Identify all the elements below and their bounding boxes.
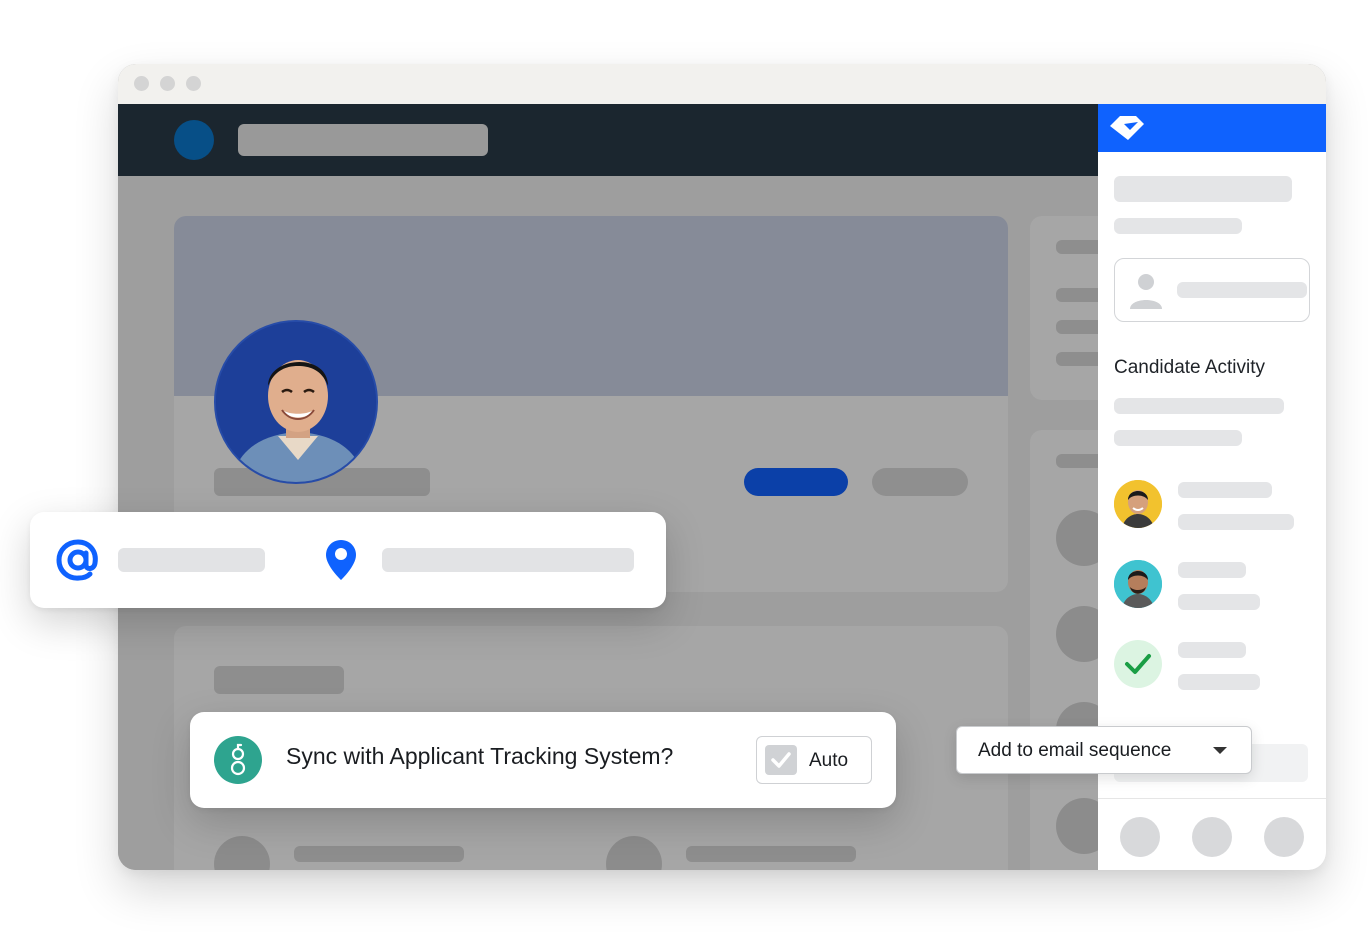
location-placeholder: [382, 548, 634, 572]
window-titlebar: [118, 64, 1326, 104]
activity-summary-placeholder: [1114, 430, 1242, 446]
chevron-down-icon: [1213, 747, 1227, 754]
activity-summary-placeholder: [1114, 398, 1284, 414]
contact-info-card: [30, 512, 666, 608]
more-button[interactable]: [872, 468, 968, 496]
ats-sync-card: Sync with Applicant Tracking System? Aut…: [190, 712, 896, 808]
panel-footer: [1098, 798, 1326, 870]
company-name-placeholder: [686, 846, 856, 862]
side-card: [1030, 216, 1098, 400]
profile-avatar: [214, 320, 378, 484]
candidate-owner-box[interactable]: [1114, 258, 1310, 322]
window-maximize-dot[interactable]: [186, 76, 201, 91]
activity-avatar-photo: [1114, 560, 1162, 608]
gem-logo-icon[interactable]: [1108, 112, 1146, 142]
checkmark-icon: [771, 752, 791, 768]
connect-button[interactable]: [744, 468, 848, 496]
greenhouse-logo-icon: [214, 736, 262, 784]
candidate-title-placeholder: [1114, 218, 1242, 234]
owner-name-placeholder: [1177, 282, 1307, 298]
activity-avatar[interactable]: [1114, 560, 1162, 608]
auto-sync-label: Auto: [809, 750, 849, 771]
footer-action-button[interactable]: [1192, 817, 1232, 857]
activity-line-placeholder: [1178, 482, 1272, 498]
activity-line-placeholder: [1178, 674, 1260, 690]
side-line-placeholder: [1056, 352, 1098, 366]
section-heading-placeholder: [214, 666, 344, 694]
section-title: Candidate Activity: [1114, 357, 1266, 378]
side-line-placeholder: [1056, 240, 1098, 254]
window-minimize-dot[interactable]: [160, 76, 175, 91]
footer-action-button[interactable]: [1120, 817, 1160, 857]
people-avatar-placeholder: [1056, 510, 1098, 566]
at-sign-icon: [56, 539, 98, 581]
auto-sync-toggle[interactable]: Auto: [756, 736, 872, 784]
email-placeholder[interactable]: [118, 548, 265, 572]
checkmark-icon: [1125, 654, 1151, 674]
activity-status: [1114, 640, 1162, 688]
activity-line-placeholder: [1178, 642, 1246, 658]
app-header: [118, 104, 1098, 176]
people-avatar-placeholder: [1056, 798, 1098, 854]
window-close-dot[interactable]: [134, 76, 149, 91]
auto-sync-checkbox[interactable]: [765, 745, 797, 775]
side-line-placeholder: [1056, 320, 1098, 334]
profile-photo: [216, 322, 376, 482]
app-title-placeholder: [238, 124, 488, 156]
activity-line-placeholder: [1178, 594, 1260, 610]
candidate-name-placeholder: [1114, 176, 1292, 202]
add-to-sequence-label: Add to email sequence: [978, 740, 1172, 761]
extension-header: [1098, 104, 1326, 152]
activity-line-placeholder: [1178, 562, 1246, 578]
company-logo-placeholder: [606, 836, 662, 870]
company-name-placeholder: [294, 846, 464, 862]
app-logo[interactable]: [174, 120, 214, 160]
activity-avatar[interactable]: [1114, 480, 1162, 528]
side-line-placeholder: [1056, 454, 1098, 468]
activity-line-placeholder: [1178, 514, 1294, 530]
side-line-placeholder: [1056, 288, 1098, 302]
company-logo-placeholder: [214, 836, 270, 870]
ats-sync-question: Sync with Applicant Tracking System?: [286, 743, 674, 769]
map-pin-icon: [326, 540, 356, 580]
side-card-2: [1030, 430, 1098, 870]
footer-action-button[interactable]: [1264, 817, 1304, 857]
activity-avatar-photo: [1114, 480, 1162, 528]
people-avatar-placeholder: [1056, 606, 1098, 662]
add-to-sequence-dropdown[interactable]: Add to email sequence: [956, 726, 1252, 774]
person-icon: [1130, 274, 1162, 309]
